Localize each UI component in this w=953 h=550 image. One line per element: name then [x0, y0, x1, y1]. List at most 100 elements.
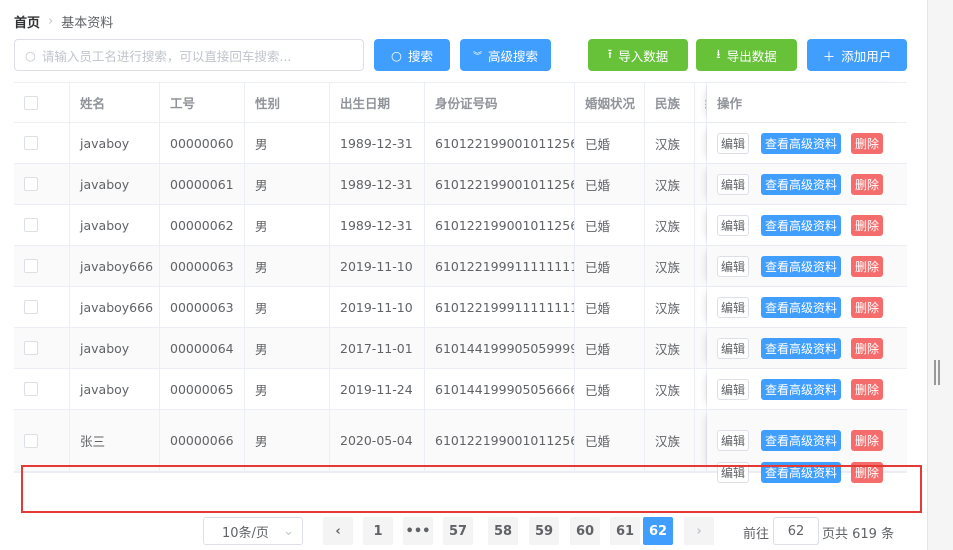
page-button[interactable]: 58: [488, 517, 518, 545]
table-cell: 00000061: [160, 164, 245, 204]
chevron-right-icon: ›: [48, 14, 54, 29]
more-pages-button[interactable]: •••: [403, 517, 433, 545]
delete-button[interactable]: 删除: [851, 296, 884, 318]
row-checkbox[interactable]: [14, 83, 70, 122]
row-checkbox[interactable]: [14, 205, 70, 245]
delete-button[interactable]: 删除: [851, 378, 884, 400]
edit-button[interactable]: 编辑: [717, 255, 750, 277]
checkbox[interactable]: [24, 136, 38, 150]
checkbox[interactable]: [24, 300, 38, 314]
delete-button[interactable]: 删除: [851, 430, 884, 451]
checkbox[interactable]: [24, 341, 38, 355]
advanced-search-button[interactable]: ︾ 高级搜索: [460, 39, 551, 71]
view-advanced-button[interactable]: 查看高级资料: [761, 337, 842, 359]
goto-page-input[interactable]: 62: [773, 517, 819, 545]
table-row: javaboy666 00000063 男 2019-11-10 61012219991…: [14, 287, 907, 328]
page-button[interactable]: 61: [610, 517, 640, 545]
download-icon: ⭳: [716, 45, 721, 61]
delete-button[interactable]: 删除: [851, 214, 884, 236]
table-cell: 610122199001011256: [425, 123, 575, 163]
column-header: 婚姻状况: [575, 83, 645, 122]
checkbox[interactable]: [24, 259, 38, 273]
delete-button[interactable]: 删除: [851, 461, 884, 483]
checkbox[interactable]: [24, 433, 38, 448]
table-cell: 1989-12-31: [330, 123, 425, 163]
table-row: javaboy666 00000063 男 2019-11-10 61012219991…: [14, 246, 907, 287]
search-icon: ○: [391, 47, 402, 63]
table-cell: [695, 246, 707, 286]
chevron-right-icon: ›: [696, 523, 702, 539]
checkbox[interactable]: [24, 382, 38, 396]
view-advanced-button[interactable]: 查看高级资料: [761, 132, 842, 154]
row-checkbox[interactable]: [14, 246, 70, 286]
table-cell: 610122199911111111: [425, 287, 575, 327]
page-size-label: 10条/页: [222, 525, 269, 541]
page-button[interactable]: 62: [643, 517, 673, 545]
page-button[interactable]: 60: [570, 517, 600, 545]
chevron-down-icon: ⌄: [283, 523, 294, 539]
edit-button[interactable]: 编辑: [717, 173, 750, 195]
view-advanced-button[interactable]: 查看高级资料: [761, 461, 842, 483]
resize-handle[interactable]: [934, 360, 940, 385]
chevron-left-icon: ‹: [335, 523, 341, 539]
row-checkbox[interactable]: [14, 369, 70, 409]
delete-button[interactable]: 删除: [851, 132, 884, 154]
checkbox[interactable]: [24, 95, 38, 110]
row-checkbox[interactable]: [14, 287, 70, 327]
delete-button[interactable]: 删除: [851, 337, 884, 359]
delete-button[interactable]: 删除: [851, 173, 884, 195]
row-checkbox[interactable]: [14, 123, 70, 163]
breadcrumb-home[interactable]: 首页: [14, 12, 40, 31]
breadcrumb: 首页 › 基本资料: [14, 12, 113, 31]
edit-button[interactable]: 编辑: [717, 296, 750, 318]
search-button[interactable]: ○ 搜索: [374, 39, 450, 71]
row-checkbox[interactable]: [14, 410, 70, 471]
view-advanced-button[interactable]: 查看高级资料: [761, 430, 842, 451]
page-button[interactable]: 1: [363, 517, 393, 545]
table-cell: 1989-12-31: [330, 205, 425, 245]
view-advanced-button[interactable]: 查看高级资料: [761, 214, 842, 236]
table-cell: 610122199001011256: [425, 164, 575, 204]
next-page-button[interactable]: ›: [684, 517, 714, 545]
search-icon: ○: [25, 47, 36, 63]
prev-page-button[interactable]: ‹: [323, 517, 353, 545]
row-checkbox[interactable]: [14, 164, 70, 204]
table-cell: 汉族: [645, 328, 695, 368]
table-cell: 男: [245, 246, 330, 286]
table-cell: 男: [245, 123, 330, 163]
view-advanced-button[interactable]: 查看高级资料: [761, 255, 842, 277]
row-actions: 编辑 查看高级资料 删除: [707, 287, 907, 327]
column-header: 籍贯: [695, 83, 707, 122]
table-cell: [695, 369, 707, 409]
view-advanced-button[interactable]: 查看高级资料: [761, 296, 842, 318]
edit-button[interactable]: 编辑: [717, 337, 750, 359]
edit-button[interactable]: 编辑: [717, 461, 750, 483]
export-button[interactable]: ⭳ 导出数据: [696, 39, 797, 71]
table-row: javaboy 00000061 男 1989-12-31 61012219900101…: [14, 164, 907, 205]
pagination: 10条/页 ⌄ ‹ 1 ••• 57 58 59 60 61 62 › 前往 62 页共 619…: [0, 517, 953, 545]
edit-button[interactable]: 编辑: [717, 378, 750, 400]
row-actions: 编辑 查看高级资料 删除: [707, 328, 907, 368]
checkbox[interactable]: [24, 218, 38, 232]
add-user-button[interactable]: ＋ 添加用户: [807, 39, 907, 71]
row-checkbox[interactable]: [14, 328, 70, 368]
edit-button[interactable]: 编辑: [717, 430, 750, 451]
edit-button[interactable]: 编辑: [717, 132, 750, 154]
import-button[interactable]: ⭱ 导入数据: [588, 39, 688, 71]
page-button[interactable]: 59: [529, 517, 559, 545]
delete-button[interactable]: 删除: [851, 255, 884, 277]
row-actions: 编辑 查看高级资料 删除: [707, 369, 907, 409]
view-advanced-button[interactable]: 查看高级资料: [761, 173, 842, 195]
view-advanced-button[interactable]: 查看高级资料: [761, 378, 842, 400]
table-cell: 汉族: [645, 287, 695, 327]
checkbox[interactable]: [24, 177, 38, 191]
page-button[interactable]: 57: [443, 517, 473, 545]
page-size-select[interactable]: 10条/页 ⌄: [203, 517, 303, 545]
table-row: javaboy 00000062 男 1989-12-31 61012219900101…: [14, 205, 907, 246]
table-cell: 已婚: [575, 369, 645, 409]
employee-table: 姓名工号性别出生日期身份证号码婚姻状况民族籍贯操作javaboy00000060…: [14, 82, 907, 483]
search-input[interactable]: ○ 请输入员工名进行搜索，可以直接回车搜索...: [14, 39, 364, 71]
edit-button[interactable]: 编辑: [717, 214, 750, 236]
table-cell: 00000065: [160, 369, 245, 409]
import-label: 导入数据: [618, 48, 669, 64]
